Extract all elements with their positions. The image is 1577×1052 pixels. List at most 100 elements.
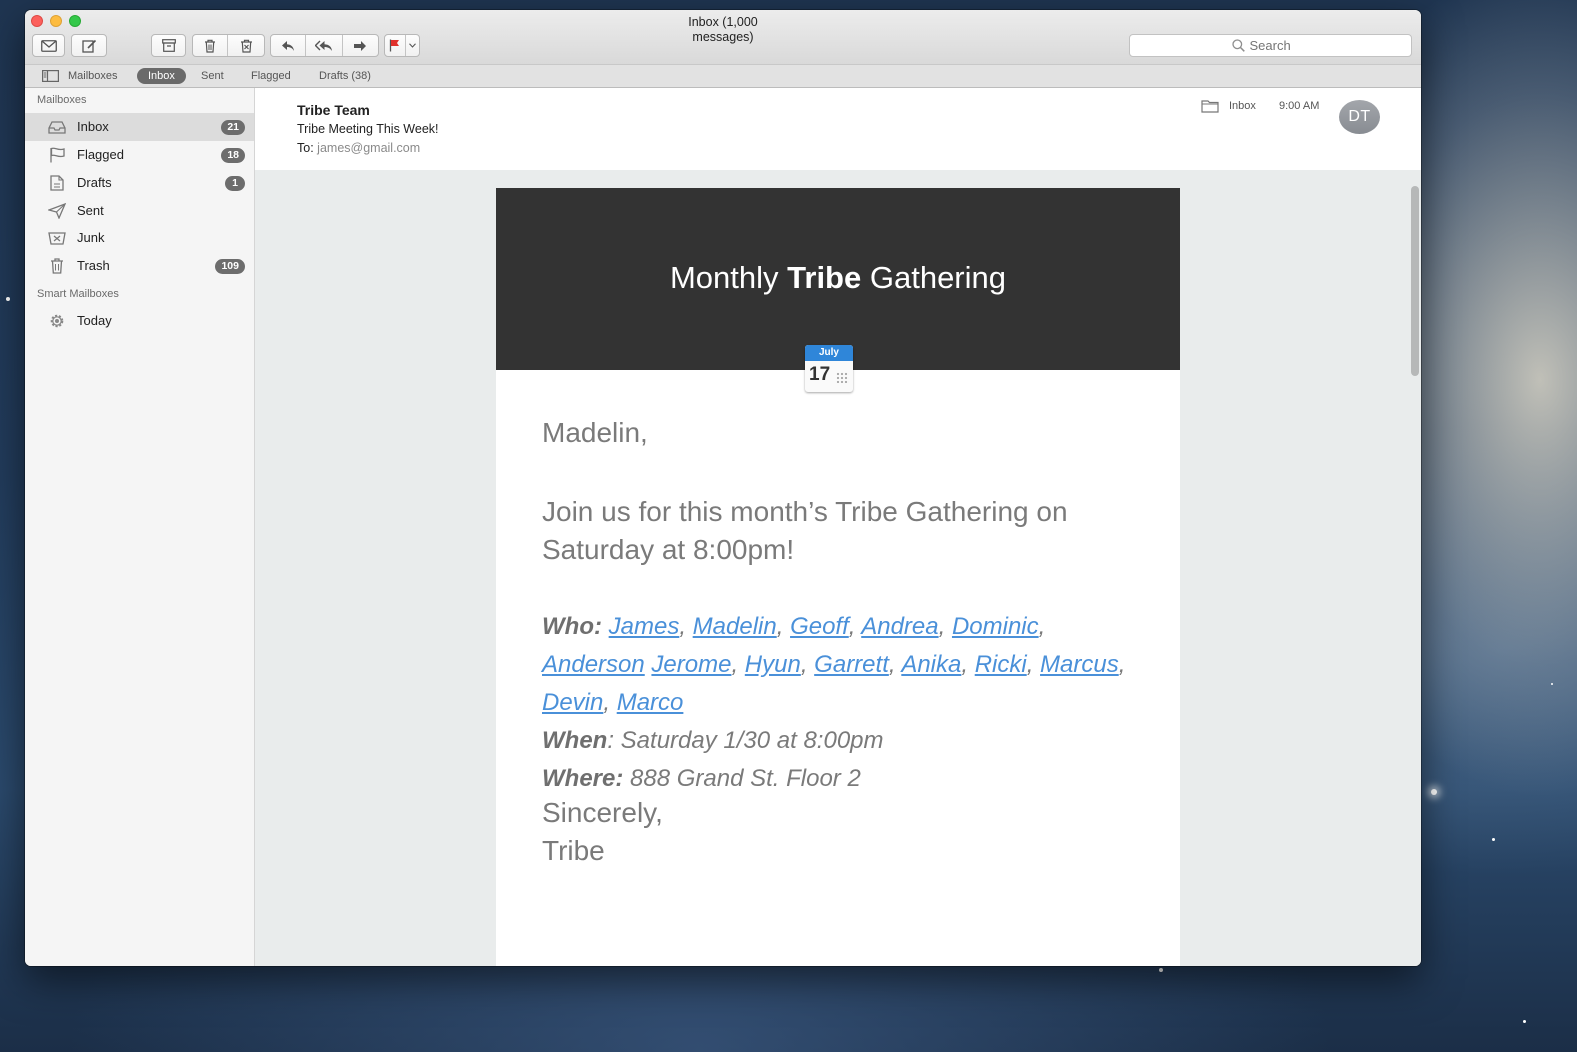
attendee-link[interactable]: James xyxy=(609,613,680,640)
where-line: Where: 888 Grand St. Floor 2 xyxy=(542,760,1142,798)
sidebar-item-sent[interactable]: Sent xyxy=(25,197,254,225)
reply-all-button[interactable] xyxy=(306,35,343,56)
sidebar-item-label: Today xyxy=(77,313,112,328)
window-title: Inbox (1,000 messages) xyxy=(688,15,758,44)
trash-icon xyxy=(51,258,63,274)
attendee-link[interactable]: Marcus xyxy=(1040,651,1119,678)
who-line: Who: James, Madelin, Geoff, Andrea, Domi… xyxy=(542,608,1142,722)
sidebar-item-trash[interactable]: Trash 109 xyxy=(25,252,254,280)
attendee-link[interactable]: Jerome xyxy=(651,651,731,678)
sidebar-item-label: Inbox xyxy=(77,119,109,134)
mailboxes-header: Mailboxes xyxy=(37,94,87,106)
folder-icon xyxy=(1201,100,1219,113)
calendar-month: July xyxy=(805,345,853,361)
sidebar-item-label: Sent xyxy=(77,203,104,218)
archive-button[interactable] xyxy=(151,34,186,57)
scrollbar-thumb[interactable] xyxy=(1411,186,1419,376)
reply-group xyxy=(270,34,379,57)
sidebar-toggle-icon[interactable] xyxy=(42,70,59,82)
zoom-window-button[interactable] xyxy=(69,15,81,27)
sidebar-item-junk[interactable]: Junk xyxy=(25,224,254,252)
email-body: Monthly Tribe Gathering July 17 Madelin,… xyxy=(496,188,1180,966)
attendee-link[interactable]: Hyun xyxy=(745,651,801,678)
reply-icon xyxy=(282,40,295,51)
attendee-link[interactable]: Marco xyxy=(617,689,684,716)
fav-flagged[interactable]: Flagged xyxy=(251,68,291,84)
email-closing: Sincerely, Tribe xyxy=(542,794,663,870)
sidebar-item-inbox[interactable]: Inbox 21 xyxy=(25,113,254,141)
attendee-link[interactable]: Andrea xyxy=(861,613,938,640)
sidebar-item-today[interactable]: Today xyxy=(25,307,254,335)
attendee-list: James, Madelin, Geoff, Andrea, Dominic, … xyxy=(542,613,1126,716)
junk-button[interactable] xyxy=(228,35,264,56)
recipient-line: To: james@gmail.com xyxy=(297,141,420,155)
sender-avatar: DT xyxy=(1339,100,1380,134)
recipient-address[interactable]: james@gmail.com xyxy=(317,141,420,155)
search-field[interactable] xyxy=(1129,34,1412,57)
compose-button[interactable] xyxy=(71,34,107,57)
forward-icon xyxy=(354,40,367,51)
envelope-icon xyxy=(40,39,57,52)
email-signoff: Sincerely, xyxy=(542,797,663,828)
attendee-link[interactable]: Garrett xyxy=(814,651,889,678)
attendee-link[interactable]: Madelin xyxy=(693,613,777,640)
star xyxy=(6,297,10,301)
email-hero-title: Monthly Tribe Gathering xyxy=(669,260,1007,295)
toolbar: Inbox (1,000 messages) xyxy=(25,10,1421,64)
junk-icon xyxy=(240,39,252,53)
attendee-link[interactable]: Devin xyxy=(542,689,603,716)
star xyxy=(1431,789,1437,795)
flag-menu[interactable] xyxy=(384,34,420,57)
message-subject: Tribe Meeting This Week! xyxy=(297,122,439,136)
message-viewer: Tribe Team Tribe Meeting This Week! To: … xyxy=(255,88,1421,966)
trash-icon xyxy=(205,39,216,53)
attendee-link[interactable]: Anika xyxy=(901,651,961,678)
unread-count-badge: 18 xyxy=(221,148,245,163)
message-header: Tribe Team Tribe Meeting This Week! To: … xyxy=(255,88,1421,170)
email-greeting: Madelin, xyxy=(542,417,648,448)
junk-tray-icon xyxy=(48,232,66,245)
email-signature: Tribe xyxy=(542,835,605,866)
flag-dropdown-button[interactable] xyxy=(406,35,419,56)
sender-name: Tribe Team xyxy=(297,102,370,118)
search-icon xyxy=(1231,39,1245,52)
attendee-link[interactable]: Anderson xyxy=(542,651,645,678)
star xyxy=(1523,1020,1526,1023)
attendee-link[interactable]: Ricki xyxy=(975,651,1027,678)
message-folder[interactable]: Inbox xyxy=(1229,100,1256,112)
fav-sent[interactable]: Sent xyxy=(201,68,224,84)
sidebar-item-flagged[interactable]: Flagged 18 xyxy=(25,141,254,169)
who-label: Who: xyxy=(542,613,602,640)
flag-button[interactable] xyxy=(385,35,406,56)
delete-button[interactable] xyxy=(193,35,229,56)
smart-mailboxes-header: Smart Mailboxes xyxy=(37,288,119,300)
sidebar-item-drafts[interactable]: Drafts 1 xyxy=(25,169,254,197)
favorites-bar: Mailboxes Inbox Sent Flagged Drafts (38) xyxy=(25,64,1421,88)
sidebar-item-label: Junk xyxy=(77,230,105,245)
forward-button[interactable] xyxy=(343,35,378,56)
reply-all-icon xyxy=(315,40,332,51)
gear-icon xyxy=(50,314,64,328)
reply-button[interactable] xyxy=(271,35,307,56)
calendar-icon: July 17 xyxy=(805,345,853,392)
minimize-window-button[interactable] xyxy=(50,15,62,27)
email-hero-banner: Monthly Tribe Gathering xyxy=(496,188,1180,370)
message-time: 9:00 AM xyxy=(1279,100,1320,112)
delete-junk-group xyxy=(192,34,265,57)
sidebar: Mailboxes Inbox 21 Flagged 18 Drafts 1 S… xyxy=(25,88,255,966)
chevron-down-icon xyxy=(408,43,416,48)
fav-inbox[interactable]: Inbox xyxy=(137,68,186,84)
mail-window: Inbox (1,000 messages) Search Mailboxes … xyxy=(25,10,1421,966)
get-mail-button[interactable] xyxy=(32,34,65,57)
search-input[interactable] xyxy=(1249,38,1310,53)
fav-drafts[interactable]: Drafts (38) xyxy=(319,68,371,84)
unread-count-badge: 21 xyxy=(221,120,245,135)
when-line: When: Saturday 1/30 at 8:00pm xyxy=(542,722,1142,760)
to-label: To: xyxy=(297,141,314,155)
flag-icon xyxy=(390,39,400,52)
attendee-link[interactable]: Dominic xyxy=(952,613,1039,640)
close-window-button[interactable] xyxy=(31,15,43,27)
attendee-link[interactable]: Geoff xyxy=(790,613,849,640)
fav-mailboxes[interactable]: Mailboxes xyxy=(68,68,118,84)
inbox-tray-icon xyxy=(48,121,66,134)
